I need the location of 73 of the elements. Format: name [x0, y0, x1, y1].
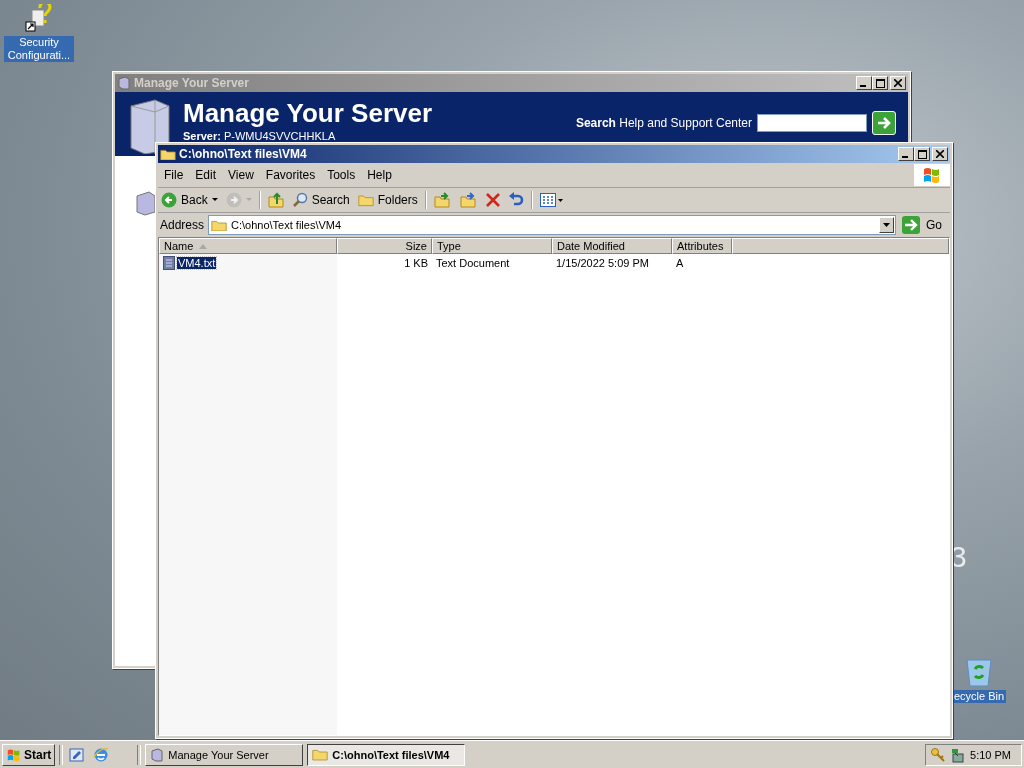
close-button[interactable]	[932, 147, 948, 161]
window-title: Manage Your Server	[134, 76, 249, 90]
network-icon	[949, 746, 965, 763]
document-question-icon	[24, 4, 54, 34]
maximize-icon	[917, 149, 927, 159]
column-header[interactable]: Name	[159, 238, 337, 254]
folder-icon	[312, 748, 329, 761]
taskbar-button[interactable]: Manage Your Server	[145, 743, 304, 766]
table-cell: Text Document	[436, 256, 510, 269]
dropdown-button[interactable]	[879, 217, 894, 233]
sort-arrow-icon	[199, 243, 208, 249]
server-icon	[117, 76, 131, 90]
start-button[interactable]: Start	[2, 743, 56, 766]
menu-item[interactable]: File	[158, 168, 190, 182]
server-icon	[127, 98, 173, 154]
copy-to-icon	[459, 192, 478, 208]
dropdown-arrow-icon	[245, 198, 252, 202]
go-button[interactable]	[872, 111, 896, 135]
search-button[interactable]: Search	[288, 191, 353, 209]
folders-button[interactable]: Folders	[354, 192, 421, 208]
table-cell: 1 KB	[404, 256, 428, 269]
search-field[interactable]	[757, 114, 867, 132]
taskbar-button[interactable]: C:\ohno\Text files\VM4	[307, 743, 466, 766]
page-heading: Manage Your Server	[183, 98, 433, 128]
close-icon	[936, 150, 944, 158]
go-arrow-icon	[902, 216, 920, 234]
window-title: C:\ohno\Text files\VM4	[179, 147, 307, 161]
back-button[interactable]: Back	[158, 191, 221, 209]
views-icon	[539, 193, 564, 207]
up-folder-icon	[267, 192, 284, 208]
close-button[interactable]	[890, 76, 906, 90]
maximize-button[interactable]	[872, 76, 888, 90]
close-icon	[894, 79, 902, 87]
text-file-icon	[163, 255, 175, 270]
column-header[interactable]: Size	[337, 238, 432, 254]
dropdown-arrow-icon	[211, 198, 218, 202]
move-to-icon	[433, 192, 452, 208]
go-button[interactable]: Go	[900, 216, 948, 234]
undo-icon	[507, 192, 524, 208]
arrow-icon	[876, 115, 892, 131]
search-label: Search Help and Support Center	[575, 116, 752, 130]
column-header[interactable]: Type	[432, 238, 552, 254]
recycle-bin-icon	[964, 656, 994, 688]
menu-item[interactable]: Help	[361, 168, 398, 182]
menu-item[interactable]: Favorites	[259, 168, 322, 182]
maximize-button[interactable]	[914, 147, 930, 161]
column-header[interactable]: Date Modified	[552, 238, 672, 254]
desktop-icon-label[interactable]: ecycle Bin	[951, 690, 1007, 703]
server-name: Server: P-WMU4SVVCHHKLA	[183, 130, 337, 142]
menu-item[interactable]: Edit	[189, 168, 223, 182]
windows-logo-icon	[6, 747, 22, 762]
server-icon	[150, 747, 165, 762]
key-icon	[930, 746, 946, 763]
delete-icon	[485, 193, 500, 207]
minimize-button[interactable]	[856, 76, 872, 90]
maximize-icon	[875, 78, 885, 88]
table-cell: 1/15/2022 5:09 PM	[556, 256, 649, 269]
menu-item[interactable]: View	[222, 168, 260, 182]
clock: 5:10 PM	[970, 748, 1011, 761]
folder-icon	[357, 193, 374, 207]
windows-logo-icon	[914, 164, 950, 186]
address-label: Address	[160, 218, 205, 232]
server-icon	[135, 190, 157, 216]
folder-icon	[211, 218, 228, 232]
address-field[interactable]: C:\ohno\Text files\VM4	[208, 215, 896, 235]
caret-icon	[883, 223, 890, 227]
search-icon	[291, 192, 308, 208]
table-cell: A	[676, 256, 684, 269]
minimize-button[interactable]	[898, 147, 914, 161]
desktop-icon-label[interactable]: Security Configurati...	[4, 36, 74, 62]
menu-item[interactable]: Tools	[321, 168, 362, 182]
column-header[interactable]: Attributes	[672, 238, 732, 254]
folder-icon	[160, 147, 176, 161]
